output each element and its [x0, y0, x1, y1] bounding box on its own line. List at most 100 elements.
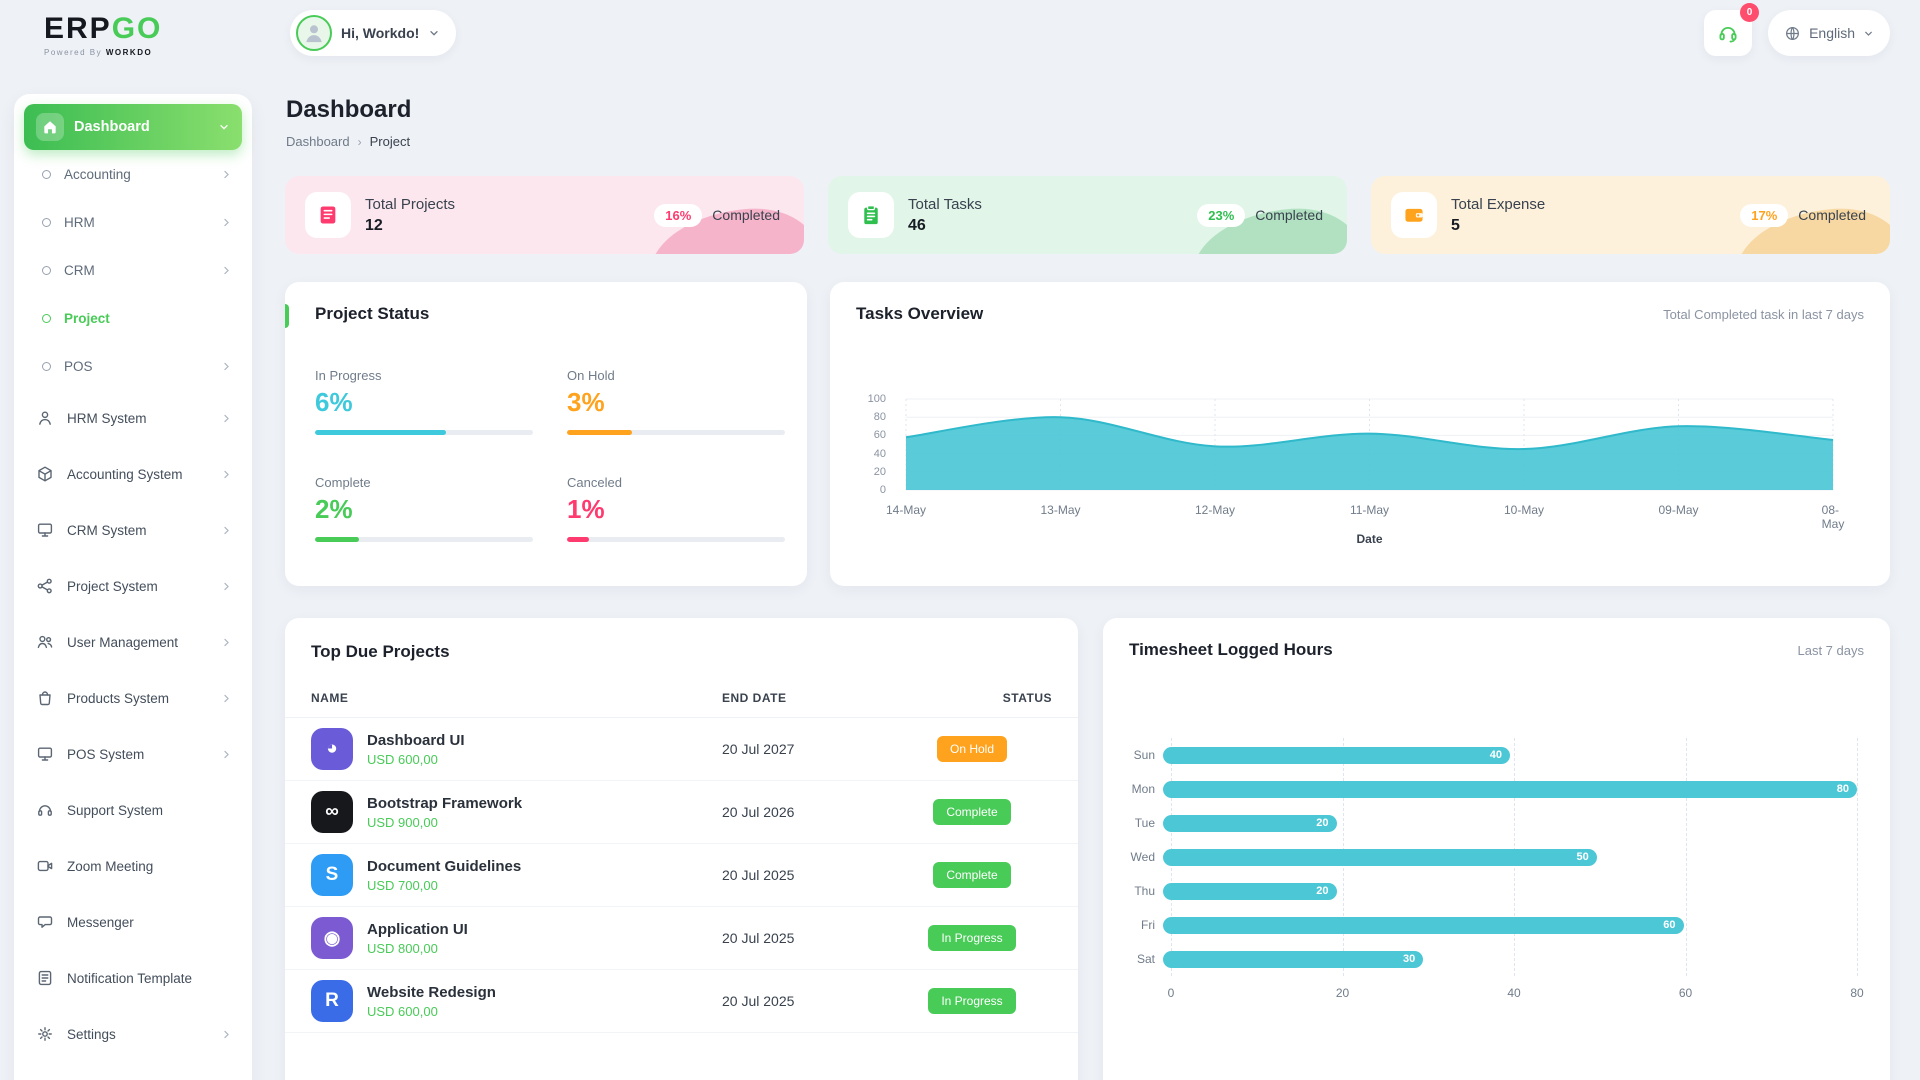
app-root: ERPGO Powered By WORKDO Hi, Workdo! 0 En…	[0, 0, 1920, 1080]
chevron-right-icon	[221, 525, 232, 536]
project-name-link[interactable]: Website Redesign	[367, 984, 496, 1001]
y-tick-label: 40	[874, 448, 886, 460]
sidebar-item-user-management[interactable]: User Management	[24, 614, 242, 670]
sidebar-item-crm[interactable]: CRM	[24, 246, 242, 294]
home-icon-tile	[36, 113, 64, 141]
chevron-right-icon	[221, 169, 232, 180]
projects-table-header: NAMEEND DATESTATUS	[285, 666, 1078, 718]
stat-cards-row: Total Projects1216%Completed Total Tasks4…	[285, 176, 1890, 254]
card-accent-bar	[285, 304, 289, 328]
stat-label: Total Projects	[365, 196, 455, 213]
metric-progress-fill	[567, 430, 632, 435]
hours-bar: 20	[1163, 815, 1337, 832]
project-end-date: 20 Jul 2026	[722, 804, 892, 820]
chevron-right-icon	[221, 693, 232, 704]
sidebar-item-accounting-system[interactable]: Accounting System	[24, 446, 242, 502]
chevron-right-icon	[221, 413, 232, 424]
project-logo-icon: ◉	[311, 917, 353, 959]
dot-icon	[42, 362, 51, 371]
workdo-text: WORKDO	[106, 48, 152, 57]
tasks-overview-title: Tasks Overview	[856, 304, 983, 324]
metric-progress-track	[567, 430, 785, 435]
sidebar-item-support-system[interactable]: Support System	[24, 782, 242, 838]
x-tick-label: 80	[1850, 986, 1863, 1000]
sidebar-item-label: HRM System	[67, 411, 147, 426]
tasks-overview-card: Tasks Overview Total Completed task in l…	[830, 282, 1890, 586]
x-tick-label: 20	[1336, 986, 1349, 1000]
project-name-link[interactable]: Dashboard UI	[367, 732, 465, 749]
stat-card-total-tasks: Total Tasks4623%Completed	[828, 176, 1347, 254]
project-amount: USD 600,00	[367, 752, 465, 767]
sidebar: Dashboard Accounting HRM CRM ProjectPOS HRM S…	[14, 94, 252, 1080]
sidebar-item-accounting[interactable]: Accounting	[24, 150, 242, 198]
sidebar-item-dashboard[interactable]: Dashboard	[24, 104, 242, 150]
hours-bar: 60	[1163, 917, 1684, 934]
y-tick-label: 20	[874, 466, 886, 478]
language-selector[interactable]: English	[1768, 10, 1890, 56]
sidebar-item-products-system[interactable]: Products System	[24, 670, 242, 726]
project-name-link[interactable]: Bootstrap Framework	[367, 795, 522, 812]
sidebar-item-hrm[interactable]: HRM	[24, 198, 242, 246]
metric-progress-track	[315, 430, 533, 435]
metric-label: Complete	[315, 475, 567, 490]
chevron-down-icon	[218, 121, 230, 133]
metric-label: On Hold	[567, 368, 807, 383]
sidebar-item-messenger[interactable]: Messenger	[24, 894, 242, 950]
sidebar-item-label: CRM	[64, 263, 95, 278]
timesheet-row: Thu20	[1125, 874, 1857, 908]
project-name-link[interactable]: Application UI	[367, 921, 468, 938]
x-tick-label: 14-May	[886, 503, 926, 517]
sidebar-item-label: Products System	[67, 691, 169, 706]
status-badge: Complete	[933, 799, 1010, 825]
dot-icon	[42, 218, 51, 227]
logo-go: GO	[112, 12, 163, 45]
sidebar-item-project-system[interactable]: Project System	[24, 558, 242, 614]
sidebar-item-pos-system[interactable]: POS System	[24, 726, 242, 782]
sidebar-item-label: Accounting System	[67, 467, 183, 482]
project-name-link[interactable]: Document Guidelines	[367, 858, 521, 875]
sidebar-item-settings[interactable]: Settings	[24, 1006, 242, 1062]
sidebar-item-crm-system[interactable]: CRM System	[24, 502, 242, 558]
bar-value-label: 30	[1403, 953, 1415, 965]
project-amount: USD 800,00	[367, 941, 468, 956]
metric-progress-fill	[315, 537, 359, 542]
language-label: English	[1809, 25, 1855, 41]
day-label: Thu	[1125, 884, 1163, 898]
sidebar-item-label: CRM System	[67, 523, 147, 538]
sidebar-item-notification-template[interactable]: Notification Template	[24, 950, 242, 1006]
logo-text: ERPGO	[44, 14, 162, 44]
sidebar-item-project[interactable]: Project	[24, 294, 242, 342]
breadcrumb-item-dashboard[interactable]: Dashboard	[286, 134, 350, 149]
user-menu[interactable]: Hi, Workdo!	[290, 10, 456, 56]
stat-card-total-expense: Total Expense517%Completed	[1371, 176, 1890, 254]
sidebar-item-label: Accounting	[64, 167, 131, 182]
powered-by-text: Powered By	[44, 48, 102, 57]
table-header-status: STATUS	[892, 691, 1052, 717]
project-logo-icon: ◕	[311, 728, 353, 770]
metric-percent: 2%	[315, 494, 567, 525]
table-row: ◉Application UIUSD 800,0020 Jul 2025In P…	[285, 907, 1078, 970]
project-logo-icon: S	[311, 854, 353, 896]
avatar	[296, 15, 332, 51]
day-label: Mon	[1125, 782, 1163, 796]
support-button[interactable]: 0	[1704, 10, 1752, 56]
sidebar-item-zoom-meeting[interactable]: Zoom Meeting	[24, 838, 242, 894]
project-amount: USD 900,00	[367, 815, 522, 830]
hours-bar: 20	[1163, 883, 1337, 900]
project-end-date: 20 Jul 2025	[722, 993, 892, 1009]
stat-card-total-projects: Total Projects1216%Completed	[285, 176, 804, 254]
dot-icon	[42, 266, 51, 275]
timesheet-bar-chart: Sun40Mon80Tue20Wed50Thu20Fri60Sat3002040…	[1125, 738, 1857, 1006]
bag-icon	[36, 689, 54, 707]
timesheet-row: Tue20	[1125, 806, 1857, 840]
chevron-right-icon	[221, 637, 232, 648]
tasks-chart-x-axis: 14-May13-May12-May11-May10-May09-May08-M…	[906, 503, 1833, 519]
project-status-title: Project Status	[285, 282, 807, 324]
template-icon	[36, 969, 54, 987]
hours-bar: 50	[1163, 849, 1597, 866]
sidebar-item-pos[interactable]: POS	[24, 342, 242, 390]
sidebar-item-label: Project System	[67, 579, 158, 594]
sidebar-item-hrm-system[interactable]: HRM System	[24, 390, 242, 446]
y-tick-label: 100	[868, 393, 886, 405]
stat-percent-badge: 16%	[654, 204, 702, 227]
